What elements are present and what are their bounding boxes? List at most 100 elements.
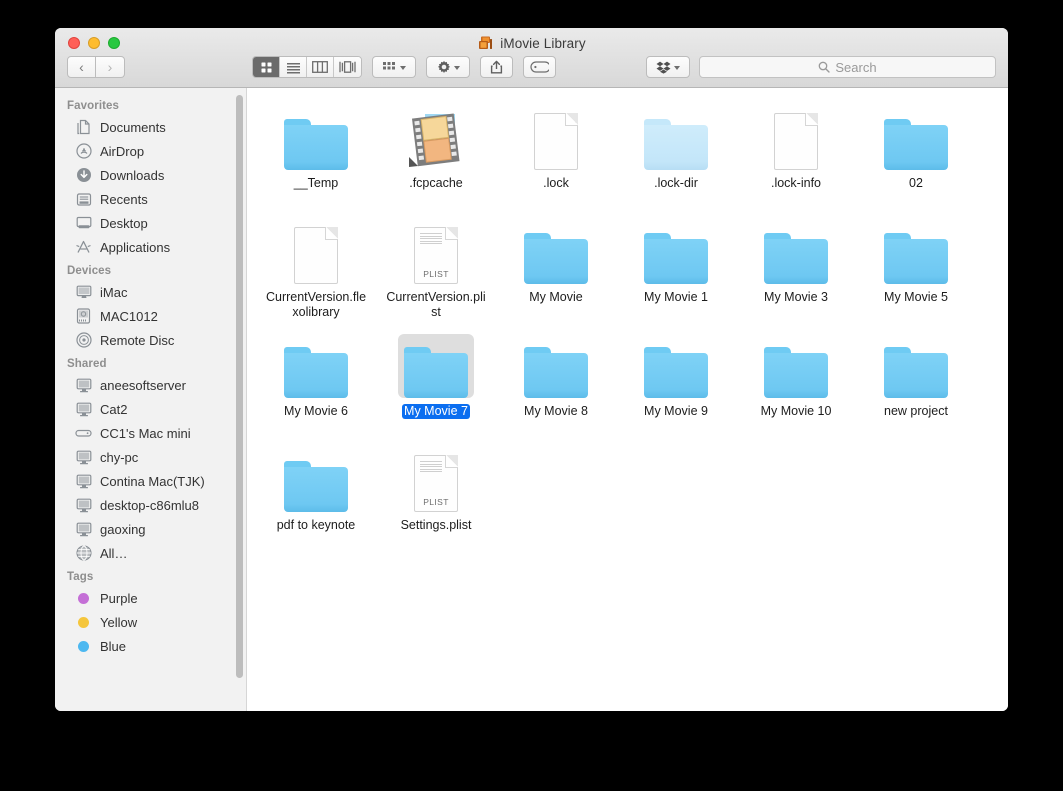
file-item[interactable]: My Movie 10 [741, 330, 851, 442]
toolbar-right-controls: Search [646, 56, 996, 78]
sidebar-item-gaoxing[interactable]: gaoxing [55, 517, 246, 541]
file-icon-slot [278, 220, 354, 284]
sidebar-item-label: Contina Mac(TJK) [100, 474, 205, 489]
tag-button[interactable] [523, 56, 556, 78]
file-icon-slot [518, 220, 594, 284]
sidebar-item-all[interactable]: All… [55, 541, 246, 565]
file-item[interactable]: CurrentVersion.flexolibrary [261, 216, 371, 328]
file-name-label: __Temp [292, 176, 340, 191]
file-item[interactable]: PLISTCurrentVersion.plist [381, 216, 491, 328]
file-name-label: .fcpcache [407, 176, 465, 191]
folder-icon [764, 233, 828, 284]
gallery-icon [339, 61, 356, 73]
file-item[interactable]: __Temp [261, 102, 371, 214]
file-item[interactable]: PLISTSettings.plist [381, 444, 491, 556]
maximize-button[interactable] [108, 37, 120, 49]
network-globe-icon [75, 545, 92, 562]
toolbar-controls [252, 56, 556, 78]
sidebar-item-chy-pc[interactable]: chy-pc [55, 445, 246, 469]
plist-document-icon: PLIST [414, 455, 458, 512]
sidebar-item-contina-mac-tjk[interactable]: Contina Mac(TJK) [55, 469, 246, 493]
list-view-button[interactable] [280, 57, 307, 77]
file-item[interactable]: .lock [501, 102, 611, 214]
sidebar-item-purple[interactable]: Purple [55, 586, 246, 610]
harddisk-icon [75, 308, 92, 325]
file-item[interactable]: My Movie [501, 216, 611, 328]
display-icon [75, 449, 92, 466]
folder-icon [884, 233, 948, 284]
sidebar-item-documents[interactable]: Documents [55, 115, 246, 139]
file-item[interactable]: .lock-dir [621, 102, 731, 214]
sidebar-item-imac[interactable]: iMac [55, 280, 246, 304]
file-name-label: CurrentVersion.flexolibrary [263, 290, 369, 320]
file-item[interactable]: My Movie 3 [741, 216, 851, 328]
folder-icon [644, 119, 708, 170]
sidebar-item-yellow[interactable]: Yellow [55, 610, 246, 634]
gallery-view-button[interactable] [334, 57, 361, 77]
folder-icon [884, 119, 948, 170]
minimize-button[interactable] [88, 37, 100, 49]
file-name-label: pdf to keynote [275, 518, 358, 533]
display-icon [75, 473, 92, 490]
sidebar-item-desktop-c86mlu8[interactable]: desktop-c86mlu8 [55, 493, 246, 517]
sidebar-section-title-devices: Devices [55, 259, 246, 280]
sidebar-item-remote-disc[interactable]: Remote Disc [55, 328, 246, 352]
sidebar-item-cat2[interactable]: Cat2 [55, 397, 246, 421]
file-item[interactable]: My Movie 6 [261, 330, 371, 442]
airdrop-icon [75, 143, 92, 160]
close-button[interactable] [68, 37, 80, 49]
file-item[interactable]: My Movie 9 [621, 330, 731, 442]
file-item[interactable]: .lock-info [741, 102, 851, 214]
sidebar-scrollbar[interactable] [236, 95, 243, 678]
finder-sidebar[interactable]: FavoritesDocumentsAirDropDownloadsRecent… [55, 88, 247, 711]
search-placeholder-text: Search [835, 60, 876, 75]
tag-dot-icon [75, 638, 92, 655]
search-input[interactable]: Search [699, 56, 996, 78]
documents-icon [75, 119, 92, 136]
file-name-label: My Movie 5 [882, 290, 950, 305]
dropbox-button[interactable] [646, 56, 690, 78]
icon-view-button[interactable] [253, 57, 280, 77]
file-icon-slot [278, 106, 354, 170]
window-title: iMovie Library [55, 35, 1008, 52]
file-item[interactable]: My Movie 8 [501, 330, 611, 442]
view-mode-segmented-control [252, 56, 362, 78]
chevron-down-icon [454, 66, 460, 70]
column-view-button[interactable] [307, 57, 334, 77]
sidebar-item-applications[interactable]: Applications [55, 235, 246, 259]
sidebar-item-downloads[interactable]: Downloads [55, 163, 246, 187]
file-name-label: CurrentVersion.plist [383, 290, 489, 320]
sidebar-item-desktop[interactable]: Desktop [55, 211, 246, 235]
file-item[interactable]: My Movie 5 [861, 216, 971, 328]
sidebar-item-airdrop[interactable]: AirDrop [55, 139, 246, 163]
sidebar-item-label: Remote Disc [100, 333, 174, 348]
sidebar-item-mac1012[interactable]: MAC1012 [55, 304, 246, 328]
sidebar-item-label: MAC1012 [100, 309, 158, 324]
sidebar-item-recents[interactable]: Recents [55, 187, 246, 211]
sidebar-item-cc1-s-mac-mini[interactable]: CC1's Mac mini [55, 421, 246, 445]
display-icon [75, 377, 92, 394]
arrange-button[interactable] [372, 56, 416, 78]
chevron-down-icon [400, 66, 406, 70]
file-icon-slot [878, 334, 954, 398]
file-item[interactable]: new project [861, 330, 971, 442]
file-item[interactable]: 02 [861, 102, 971, 214]
back-button[interactable]: ‹ [67, 56, 96, 78]
file-item[interactable]: pdf to keynote [261, 444, 371, 556]
sidebar-item-blue[interactable]: Blue [55, 634, 246, 658]
search-icon [818, 61, 830, 73]
file-name-label: My Movie [527, 290, 584, 305]
file-grid-area[interactable]: __Temp [247, 88, 1008, 711]
folder-icon [284, 461, 348, 512]
file-item[interactable]: My Movie 1 [621, 216, 731, 328]
file-item[interactable]: My Movie 7 [381, 330, 491, 442]
file-item[interactable]: .fcpcache [381, 102, 491, 214]
sidebar-item-label: Applications [100, 240, 170, 255]
imac-icon [75, 284, 92, 301]
sidebar-item-aneesoftserver[interactable]: aneesoftserver [55, 373, 246, 397]
share-button[interactable] [480, 56, 513, 78]
action-button[interactable] [426, 56, 470, 78]
forward-button[interactable]: › [96, 56, 125, 78]
document-icon [534, 113, 578, 170]
sidebar-section-title-favorites: Favorites [55, 94, 246, 115]
